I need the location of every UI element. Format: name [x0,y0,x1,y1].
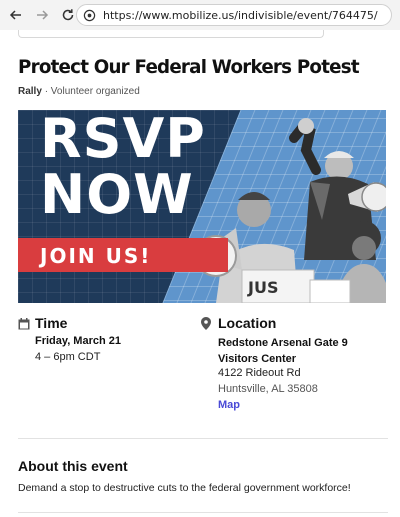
map-link[interactable]: Map [218,399,240,411]
event-title: Protect Our Federal Workers Potest [18,56,360,78]
section-divider-bottom [18,512,388,513]
back-arrow-icon [9,10,21,20]
svg-text:JUS: JUS [247,278,278,297]
url-text: https://www.mobilize.us/indivisible/even… [103,8,378,22]
site-info-icon[interactable] [83,8,97,22]
browser-toolbar: https://www.mobilize.us/indivisible/even… [0,0,400,30]
about-description: Demand a stop to destructive cuts to the… [18,482,351,494]
forward-button[interactable] [32,5,52,25]
location-heading: Location [218,315,277,331]
about-heading: About this event [18,458,128,474]
map-pin-icon [201,317,211,330]
forward-arrow-icon [37,10,49,20]
hero-rsvp-text: RSVP [40,110,206,170]
location-name: Redstone Arsenal Gate 9 Visitors Center [218,337,348,365]
time-heading: Time [35,315,68,331]
section-divider [18,438,388,439]
hero-join-text: JOIN US! [40,244,152,268]
event-hero-image: JUS RSVP NOW JOIN US! [18,110,386,303]
reload-icon [62,9,74,21]
address-bar[interactable]: https://www.mobilize.us/indivisible/even… [76,4,392,26]
event-date: Friday, March 21 [35,335,121,347]
reload-button[interactable] [58,5,78,25]
event-type-line: Rally · Volunteer organized [18,86,140,97]
previous-card-edge [18,30,324,38]
hero-protesters-illustration: JUS [198,118,386,303]
location-street: 4122 Rideout Rd [218,367,301,379]
calendar-icon [18,318,30,330]
event-hours: 4 – 6pm CDT [35,351,101,363]
event-type: Rally [18,86,42,97]
hero-now-text: NOW [40,163,194,226]
back-button[interactable] [6,5,26,25]
organizer-note: · Volunteer organized [44,86,140,97]
location-city: Huntsville, AL 35808 [218,383,318,395]
